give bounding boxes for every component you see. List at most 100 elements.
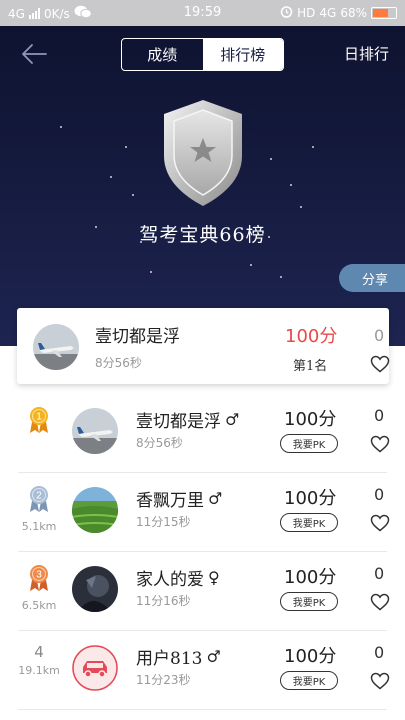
score: 100分	[284, 409, 337, 430]
car-avatar-icon	[72, 645, 118, 691]
field-avatar-icon	[72, 487, 118, 533]
user-name: 香飘万里	[136, 491, 204, 511]
airplane-avatar-icon	[72, 408, 118, 454]
distance-label: 5.1km	[21, 520, 57, 533]
like-button[interactable]	[370, 435, 390, 457]
bronze-medal-icon: 3	[30, 565, 48, 591]
shield-badge-icon	[160, 98, 246, 208]
score: 100分	[284, 567, 337, 588]
medal-rank-number: 1	[36, 412, 42, 423]
exam-time: 11分16秒	[136, 594, 191, 608]
avatar[interactable]	[72, 566, 118, 612]
dark-avatar-icon	[72, 566, 118, 612]
star-dot	[300, 206, 302, 208]
tab-scores[interactable]: 成绩	[122, 39, 203, 70]
my-rank: 第1名	[293, 359, 328, 374]
rank-column: 3 6.5km	[16, 564, 62, 612]
user-name-group: 壹切都是浮 ♂	[136, 407, 239, 432]
heart-icon	[370, 672, 390, 690]
user-name: 家人的爱	[136, 570, 204, 590]
battery-icon	[371, 7, 397, 19]
pk-button[interactable]: 我要PK	[280, 671, 338, 690]
airplane-avatar-icon	[33, 324, 79, 370]
board-title: 驾考宝典66榜	[139, 224, 266, 246]
rank-column: 1	[16, 406, 62, 441]
heart-icon	[370, 355, 390, 373]
star-dot	[312, 146, 314, 148]
user-name: 壹切都是浮	[136, 412, 221, 432]
like-count: 0	[374, 406, 385, 425]
like-button[interactable]	[370, 355, 390, 377]
star-dot	[125, 146, 127, 148]
star-dot	[132, 194, 134, 196]
rank-column: 2 5.1km	[16, 485, 62, 533]
silver-medal-icon: 2	[30, 486, 48, 512]
tab-leaderboard[interactable]: 排行榜	[202, 39, 283, 70]
ranking-row[interactable]: 4 19.1km 用户813 ♂ 11分23秒 100分我要PK 0	[0, 631, 405, 710]
gold-medal-icon: 1	[30, 407, 48, 433]
row-divider	[18, 709, 387, 710]
heart-icon	[370, 593, 390, 611]
user-name-group: 用户813 ♂	[136, 644, 221, 669]
header: 成绩 排行榜 日排行 驾考宝典66榜 分享	[0, 26, 405, 346]
like-count: 0	[374, 643, 385, 662]
rank-number: 4	[34, 643, 44, 661]
star-dot	[290, 184, 292, 186]
back-button[interactable]	[20, 42, 48, 66]
pk-button[interactable]: 我要PK	[280, 513, 338, 532]
battery-fill	[373, 9, 388, 17]
ranking-row[interactable]: 3 6.5km 家人的爱 ♀ 11分16秒 100分我要PK 0	[0, 552, 405, 631]
like-button[interactable]	[370, 672, 390, 694]
distance-label: 19.1km	[18, 664, 60, 677]
daily-ranking-button[interactable]: 日排行	[344, 43, 389, 64]
star-dot	[150, 271, 152, 273]
segment-control: 成绩 排行榜	[121, 38, 284, 71]
pk-button[interactable]: 我要PK	[280, 592, 338, 611]
like-count: 0	[374, 485, 385, 504]
hd-label: HD	[297, 6, 316, 20]
my-like-count: 0	[374, 326, 385, 345]
gender-icon: ♀	[208, 568, 220, 587]
status-right: HD 4G 68%	[280, 5, 397, 21]
medal-rank-number: 3	[36, 570, 42, 581]
alarm-icon	[280, 5, 293, 21]
avatar[interactable]	[72, 487, 118, 533]
exam-time: 11分23秒	[136, 673, 191, 687]
score: 100分	[284, 488, 337, 509]
star-dot	[270, 158, 272, 160]
battery-percent: 68%	[340, 6, 367, 20]
gender-icon: ♂	[208, 489, 223, 508]
status-bar: 4G 0K/s 19:59 HD 4G 68%	[0, 0, 405, 26]
back-arrow-icon	[22, 44, 47, 64]
user-name-group: 家人的爱 ♀	[136, 565, 220, 590]
ranking-row[interactable]: 1 壹切都是浮 ♂ 8分56秒 100分我要PK 0	[0, 394, 405, 473]
like-button[interactable]	[370, 593, 390, 615]
heart-icon	[370, 514, 390, 532]
gender-icon: ♂	[206, 647, 221, 666]
star-dot	[250, 264, 252, 266]
network2-label: 4G	[319, 6, 337, 20]
star-dot	[110, 176, 112, 178]
pk-button[interactable]: 我要PK	[280, 434, 338, 453]
avatar[interactable]	[72, 408, 118, 454]
share-button[interactable]: 分享	[339, 264, 405, 292]
my-rank-card: 壹切都是浮 8分56秒 100分 第1名 0	[17, 308, 390, 384]
user-name: 用户813	[136, 649, 203, 669]
exam-time: 8分56秒	[136, 436, 183, 450]
star-dot	[280, 276, 282, 278]
avatar[interactable]	[72, 645, 118, 691]
distance-label: 6.5km	[21, 599, 57, 612]
ranking-row[interactable]: 2 5.1km 香飘万里 ♂ 11分15秒 100分我要PK 0	[0, 473, 405, 552]
medal-rank-number: 2	[36, 491, 42, 502]
my-time: 8分56秒	[95, 356, 142, 370]
gender-icon: ♂	[225, 410, 240, 429]
rank-column: 4 19.1km	[16, 643, 62, 677]
my-score: 100分	[285, 326, 338, 347]
score: 100分	[284, 646, 337, 667]
like-button[interactable]	[370, 514, 390, 536]
avatar[interactable]	[33, 324, 79, 370]
like-count: 0	[374, 564, 385, 583]
exam-time: 11分15秒	[136, 515, 191, 529]
my-name: 壹切都是浮	[95, 327, 180, 347]
star-dot	[60, 126, 62, 128]
